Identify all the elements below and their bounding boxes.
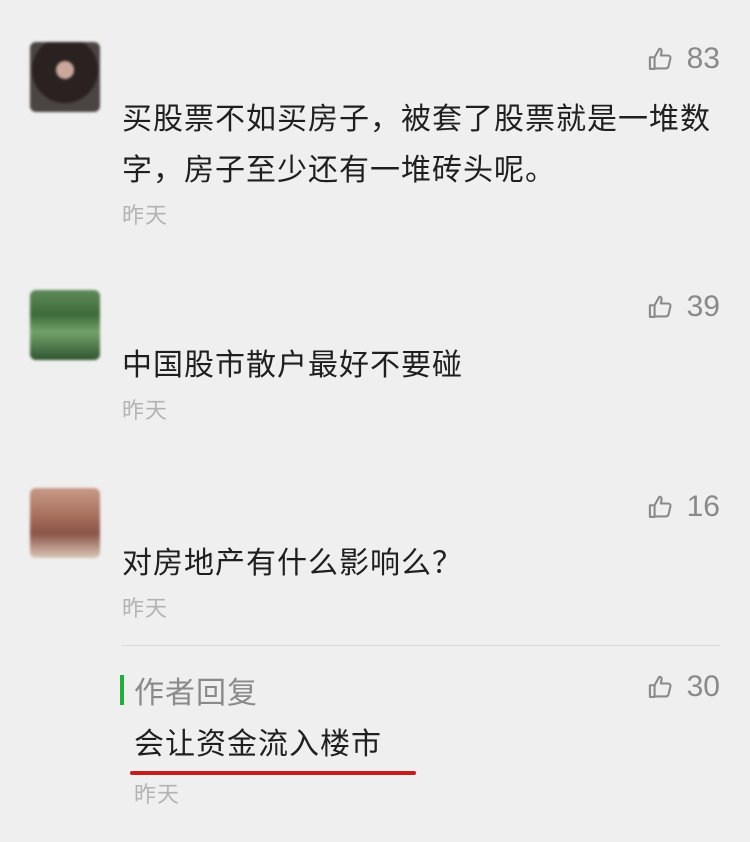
author-reply-text: 会让资金流入楼市: [134, 727, 382, 762]
comment-time: 昨天: [122, 597, 169, 622]
like-count: 16: [686, 490, 720, 523]
author-reply: 作者回复 会让资金流入楼市: [120, 668, 718, 770]
author-reply-time: 昨天: [134, 783, 181, 808]
highlight-underline: [130, 771, 416, 775]
reply-like-button[interactable]: 30: [647, 670, 720, 704]
like-button[interactable]: 16: [647, 490, 720, 524]
like-count: 39: [686, 290, 720, 323]
comment-time: 昨天: [122, 204, 169, 229]
avatar[interactable]: [30, 42, 100, 112]
reply-accent-bar: [120, 675, 124, 705]
thumbs-up-icon: [648, 47, 672, 70]
thumbs-up-icon: [648, 295, 672, 318]
reply-divider: [122, 645, 720, 646]
like-count: 83: [686, 42, 720, 75]
like-button[interactable]: 39: [647, 290, 720, 324]
thumbs-up-icon: [648, 495, 672, 518]
avatar[interactable]: [30, 290, 100, 360]
avatar[interactable]: [30, 488, 100, 558]
author-reply-label: 作者回复: [134, 676, 258, 711]
comment-text: 中国股市散户最好不要碰: [122, 348, 463, 383]
comment-text: 对房地产有什么影响么？: [122, 546, 463, 581]
like-count: 30: [686, 670, 720, 703]
comment-text: 买股票不如买房子，被套了股票就是一堆数字，房子至少还有一堆砖头呢。: [122, 102, 711, 188]
thumbs-up-icon: [648, 675, 672, 698]
author-reply-label-row: 作者回复: [120, 668, 718, 712]
like-button[interactable]: 83: [647, 42, 720, 76]
comment-time: 昨天: [122, 399, 169, 424]
